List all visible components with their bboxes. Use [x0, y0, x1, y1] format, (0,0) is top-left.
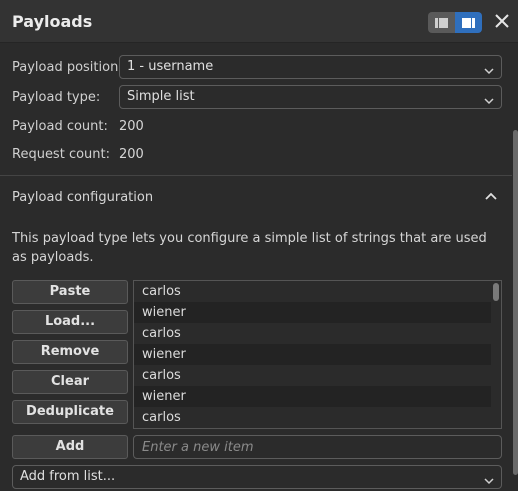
payload-configuration-title: Payload configuration [12, 190, 154, 205]
section-divider [0, 175, 512, 176]
payload-type-label: Payload type: [12, 90, 101, 105]
panel-header: Payloads [0, 0, 518, 43]
list-item[interactable]: wiener [134, 344, 491, 365]
chevron-down-icon [484, 62, 494, 75]
chevron-up-icon[interactable] [484, 190, 498, 202]
close-icon[interactable] [493, 12, 511, 30]
list-item[interactable]: wiener [134, 386, 491, 407]
new-item-input[interactable] [133, 435, 502, 459]
payload-type-select[interactable]: Simple list [119, 85, 502, 109]
panel-scrollbar-thumb[interactable] [513, 130, 518, 475]
request-count-label: Request count: [12, 147, 110, 162]
payload-list[interactable]: carlos wiener carlos wiener carlos wiene… [133, 280, 502, 429]
payload-type-value: Simple list [127, 89, 195, 104]
payload-position-value: 1 - username [127, 59, 214, 74]
list-item[interactable]: carlos [134, 407, 491, 428]
payload-count-label: Payload count: [12, 119, 108, 134]
list-scrollbar-thumb[interactable] [493, 283, 499, 301]
chevron-down-icon [484, 92, 494, 105]
detail-view-icon[interactable] [455, 12, 482, 33]
list-item[interactable]: wiener [134, 302, 491, 323]
chevron-down-icon [484, 472, 494, 485]
remove-button[interactable]: Remove [12, 340, 128, 364]
clear-button[interactable]: Clear [12, 370, 128, 394]
load-button[interactable]: Load... [12, 310, 128, 334]
add-button[interactable]: Add [12, 435, 128, 459]
paste-button[interactable]: Paste [12, 280, 128, 304]
panel-title: Payloads [12, 12, 93, 31]
add-from-list-select[interactable]: Add from list... [12, 465, 502, 489]
payload-position-select[interactable]: 1 - username [119, 55, 502, 79]
list-item[interactable]: carlos [134, 323, 491, 344]
payload-count-value: 200 [119, 119, 144, 134]
add-from-list-label: Add from list... [20, 469, 116, 484]
list-item[interactable]: carlos [134, 365, 491, 386]
request-count-value: 200 [119, 147, 144, 162]
view-toggle[interactable] [428, 12, 482, 33]
deduplicate-button[interactable]: Deduplicate [12, 400, 128, 424]
payload-position-label: Payload position: [12, 60, 123, 75]
payload-configuration-description: This payload type lets you configure a s… [12, 231, 487, 265]
list-view-icon[interactable] [428, 12, 455, 33]
list-item[interactable]: carlos [134, 281, 491, 302]
payloads-panel: Payloads Payload position: 1 - username … [0, 0, 518, 491]
